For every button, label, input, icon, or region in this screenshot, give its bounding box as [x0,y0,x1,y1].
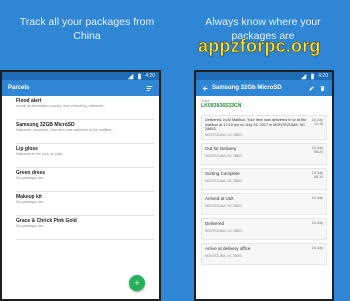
status-time: 4:20 [318,73,328,79]
latest-status-card: Delivered, In/At Mailbox. Your item was … [201,115,327,140]
parcel-title: Samsung 32Gb MicroSD [212,85,282,91]
event-date: 24 July 08:14 [311,170,323,179]
event-location: MONTEZUMA, NC 28653 [205,203,242,208]
event-location: MONTEZUMA, NC 28653 [205,228,242,233]
battery-icon [136,73,143,80]
event-name: Sorting Complete [205,170,240,176]
event-name: Out for Delivery [205,145,237,151]
tracking-block: Track LK093836533CN [196,96,332,112]
latest-status-location: MONTEZUMA, NC 28653 [205,132,242,137]
list-item[interactable]: Grace & Chrick Pink Gold No packages are [16,216,155,240]
tracking-event: Delivered MONTEZUMA, NC 28653 24 July [201,217,327,240]
event-date: 24 July 08:24 [311,145,323,154]
signal-icon [127,73,134,80]
parcel-detail: No packages are [16,224,44,228]
parcel-detail: Delivered to the pick-up point [16,152,63,156]
list-item[interactable]: Flood alert Arrival at destination count… [16,96,155,120]
back-arrow-icon[interactable] [202,85,209,92]
tracking-event: Out for Delivery MONTEZUMA, NC 28653 24 … [201,142,327,165]
event-date: 24 July [311,245,323,250]
tracking-event: Arrived at Unit MONTEZUMA, NC 28653 24 J… [201,192,327,215]
event-name: Arrived at Unit [205,195,234,201]
event-location: MONTEZUMA, NC 28653 [205,153,242,158]
tracking-number[interactable]: LK093836533CN [201,103,327,109]
list-item[interactable]: Green dress No packages are [16,168,155,192]
phone-parcel-detail: 4:20 Samsung 32Gb MicroSD Track LK093836… [194,70,334,301]
sort-icon[interactable] [146,85,153,92]
battery-icon [309,73,316,80]
watermark-text: appzforpc.org [198,36,321,57]
app-title: Parcels [8,85,30,91]
add-parcel-button[interactable]: + [129,275,145,291]
tracking-event: Sorting Complete MONTEZUMA, NC 28653 24 … [201,167,327,190]
status-time: 4:20 [145,73,155,79]
parcel-detail: No packages are [16,176,44,180]
caption-left: Track all your packages from China [19,16,155,42]
app-bar: Parcels [2,80,159,96]
event-date: 24 July [311,220,323,225]
status-bar: 4:20 [196,72,332,80]
event-location: MONTEZUMA, NC 28653 [205,253,242,258]
event-location: MONTEZUMA, NC 28653 [205,178,242,183]
phone-parcels-list: 4:20 Parcels Flood alert Arrival at dest… [0,70,161,301]
app-bar: Samsung 32Gb MicroSD [196,80,332,96]
list-item[interactable]: Samsung 32GB MicroSD Delivered. Accepted… [16,120,155,144]
parcel-detail: Delivered. Accepted, Your item was deliv… [16,128,115,132]
tracking-event: Arrive at delivery office MONTEZUMA, NC … [201,242,327,265]
latest-status-text: Delivered, In/At Mailbox. Your item was … [205,118,307,131]
parcel-list: Flood alert Arrival at destination count… [2,96,159,240]
delete-icon[interactable] [319,85,326,92]
signal-icon [300,73,307,80]
list-item[interactable]: Lip gloss Delivered to the pick-up point [16,144,155,168]
parcel-detail: Arrival at destination country, end of t… [16,104,108,108]
event-name: Arrive at delivery office [205,245,251,251]
event-date: 24 July [311,195,323,200]
parcel-detail: No packages are [16,200,44,204]
status-bar: 4:20 [2,72,159,80]
latest-status-date: 24 July 12:19 [311,118,323,126]
event-name: Delivered [205,220,225,226]
edit-icon[interactable] [308,85,315,92]
list-item[interactable]: Makeup kit No packages are [16,192,155,216]
